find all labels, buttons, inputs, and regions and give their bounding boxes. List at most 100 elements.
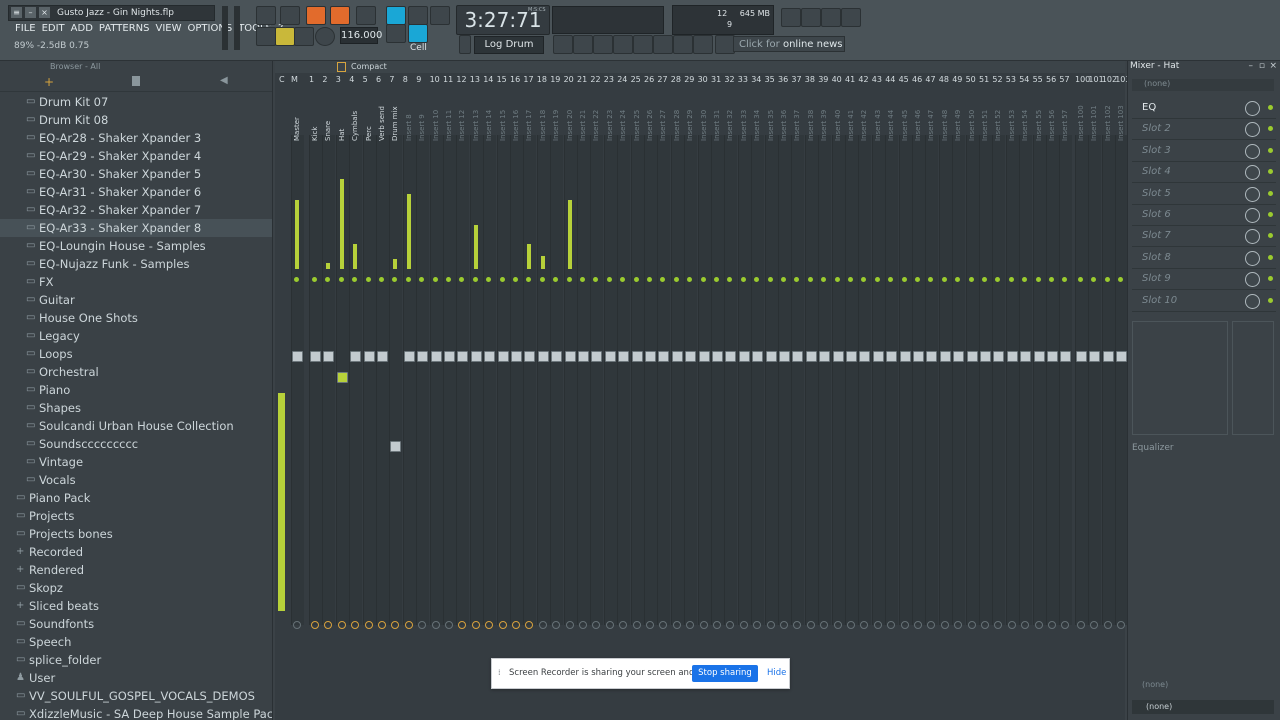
- slot-mix-knob[interactable]: [1245, 293, 1260, 309]
- browser-item[interactable]: ▭ Projects: [0, 507, 272, 525]
- mixer-strip[interactable]: [818, 135, 832, 625]
- pan-knob[interactable]: [512, 621, 520, 629]
- speaker-icon[interactable]: ◀: [220, 75, 228, 86]
- pan-knob[interactable]: [538, 621, 547, 629]
- effect-slot[interactable]: Slot 2: [1132, 119, 1276, 141]
- channel-active-led[interactable]: [1008, 277, 1014, 282]
- mixer-strip[interactable]: [1059, 135, 1073, 625]
- pan-knob[interactable]: [900, 621, 909, 629]
- browser-item[interactable]: ▭ Skopz: [0, 579, 272, 597]
- mixer-strip[interactable]: [778, 135, 791, 625]
- channel-active-led[interactable]: [915, 277, 920, 282]
- channel-active-led[interactable]: [968, 277, 974, 282]
- minimize-icon[interactable]: –: [25, 7, 36, 18]
- volume-fader[interactable]: [444, 351, 455, 362]
- browser-item[interactable]: ▭ Speech: [0, 633, 272, 651]
- pan-knob[interactable]: [525, 621, 534, 629]
- browser-item[interactable]: ▭ EQ-Loungin House - Samples: [0, 237, 272, 255]
- volume-fader[interactable]: [819, 351, 831, 362]
- effect-slot[interactable]: Slot 7: [1132, 226, 1276, 248]
- reset-icon[interactable]: [781, 8, 801, 27]
- channel-active-led[interactable]: [472, 277, 478, 282]
- volume-fader[interactable]: [1102, 351, 1114, 362]
- mixer-strip[interactable]: [416, 135, 430, 625]
- pan-knob[interactable]: [458, 621, 467, 629]
- slot-mix-knob[interactable]: [1245, 229, 1260, 245]
- audio-input-icon[interactable]: [430, 6, 450, 25]
- channel-active-led[interactable]: [432, 277, 438, 282]
- pan-knob[interactable]: [646, 621, 654, 629]
- browser-item[interactable]: ♟ User: [0, 669, 272, 687]
- mixer-strip[interactable]: [657, 135, 671, 625]
- pan-knob[interactable]: [605, 621, 614, 629]
- volume-fader[interactable]: [953, 351, 965, 362]
- slot-enable-led[interactable]: [1268, 105, 1273, 110]
- effect-slot[interactable]: Slot 3: [1132, 141, 1276, 162]
- browser-item[interactable]: ▭ Vintage: [0, 453, 272, 471]
- pan-knob[interactable]: [364, 621, 373, 629]
- mixer-strip[interactable]: [644, 135, 657, 625]
- volume-fader[interactable]: [417, 351, 429, 362]
- mixer-strip[interactable]: [684, 135, 698, 625]
- mixer-strip[interactable]: [469, 135, 483, 625]
- volume-fader[interactable]: [497, 351, 509, 362]
- pan-knob[interactable]: [713, 621, 721, 629]
- volume-fader[interactable]: [966, 351, 978, 362]
- metronome-icon[interactable]: [356, 6, 376, 25]
- mixer-strip[interactable]: [697, 135, 711, 625]
- plugin-picker-icon[interactable]: [673, 35, 693, 54]
- channel-active-led[interactable]: [1035, 277, 1041, 282]
- compact-icon[interactable]: [337, 62, 346, 72]
- mixer-strip[interactable]: [711, 135, 724, 625]
- mixer-strip[interactable]: [322, 135, 336, 625]
- slot-enable-led[interactable]: [1268, 147, 1273, 153]
- volume-fader[interactable]: [484, 351, 496, 362]
- pan-knob[interactable]: [766, 621, 775, 629]
- pan-knob[interactable]: [485, 621, 494, 629]
- volume-fader[interactable]: [591, 351, 603, 362]
- channel-active-led[interactable]: [405, 277, 411, 282]
- slot-mix-knob[interactable]: [1245, 165, 1260, 181]
- pan-knob[interactable]: [833, 621, 842, 629]
- pan-knob[interactable]: [552, 621, 561, 629]
- mixer-strip[interactable]: [483, 135, 497, 625]
- slot-mix-knob[interactable]: [1245, 143, 1260, 159]
- pan-knob[interactable]: [659, 621, 668, 629]
- pan-knob[interactable]: [565, 621, 574, 629]
- slot-enable-led[interactable]: [1268, 297, 1273, 303]
- effect-slot[interactable]: Slot 10: [1132, 291, 1276, 312]
- mixer-strip[interactable]: [590, 135, 604, 625]
- mixer-strip[interactable]: [1046, 135, 1059, 625]
- volume-fader[interactable]: [403, 351, 415, 362]
- browser-item[interactable]: ▭ Drum Kit 07: [0, 93, 272, 111]
- mixer-strip[interactable]: [845, 135, 858, 625]
- mixer-strip[interactable]: [443, 135, 456, 625]
- pan-knob[interactable]: [981, 621, 989, 629]
- channel-active-led[interactable]: [740, 277, 746, 282]
- browser-item[interactable]: ▭ Soundsccccccccc: [0, 435, 272, 453]
- volume-fader[interactable]: [779, 351, 790, 362]
- pan-knob[interactable]: [887, 621, 896, 629]
- volume-fader[interactable]: [913, 351, 924, 362]
- volume-fader[interactable]: [658, 351, 670, 362]
- pan-knob[interactable]: [1021, 621, 1030, 629]
- pan-knob[interactable]: [739, 621, 748, 629]
- browser-item[interactable]: ▭ EQ-Ar31 - Shaker Xpander 6: [0, 183, 272, 201]
- volume-fader[interactable]: [980, 351, 991, 362]
- input-selector[interactable]: (none): [1132, 79, 1274, 91]
- slot-enable-led[interactable]: [1268, 276, 1273, 282]
- pan-knob[interactable]: [873, 621, 882, 629]
- pan-knob[interactable]: [860, 621, 869, 629]
- channel-settings-icon[interactable]: [633, 35, 653, 54]
- pan-knob[interactable]: [431, 621, 440, 629]
- master-volume-slider[interactable]: [222, 6, 228, 50]
- volume-fader[interactable]: [752, 351, 764, 362]
- mixer-strip[interactable]: [349, 135, 363, 625]
- channel-active-led[interactable]: [781, 277, 786, 282]
- pan-knob[interactable]: [820, 621, 829, 629]
- mixer-strip[interactable]: [871, 135, 885, 625]
- volume-fader[interactable]: [390, 441, 402, 452]
- volume-fader[interactable]: [645, 351, 656, 362]
- mixer-strip[interactable]: [577, 135, 590, 625]
- channel-active-led[interactable]: [807, 277, 813, 282]
